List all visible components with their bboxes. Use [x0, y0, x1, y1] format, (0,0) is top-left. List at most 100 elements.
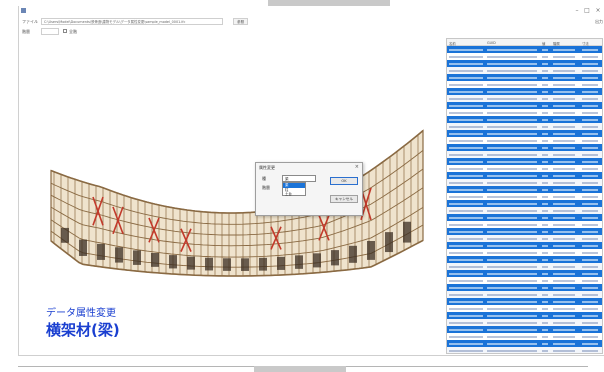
browse-button[interactable]: 参照 [233, 18, 249, 25]
cell-placeholder [449, 125, 483, 128]
table-row[interactable] [447, 67, 602, 74]
table-row[interactable] [447, 235, 602, 242]
table-row[interactable] [447, 95, 602, 102]
table-row[interactable] [447, 179, 602, 186]
table-row[interactable] [447, 186, 602, 193]
table-row[interactable] [447, 305, 602, 312]
cell-placeholder [449, 174, 483, 177]
table-row[interactable] [447, 151, 602, 158]
table-row[interactable] [447, 172, 602, 179]
cell-placeholder [553, 181, 575, 184]
cell-placeholder [449, 104, 483, 107]
type-dropdown[interactable]: 梁 柱 土台 [282, 182, 306, 196]
cell-placeholder [582, 160, 598, 163]
maximize-icon[interactable]: □ [582, 7, 592, 15]
table-row[interactable] [447, 158, 602, 165]
table-row[interactable] [447, 60, 602, 67]
table-row[interactable] [447, 193, 602, 200]
dialog-close-icon[interactable]: × [355, 164, 359, 170]
table-row[interactable] [447, 53, 602, 60]
cell-placeholder [582, 202, 598, 205]
table-row[interactable] [447, 130, 602, 137]
cell-placeholder [582, 307, 598, 310]
table-row[interactable] [447, 88, 602, 95]
floor-checkbox[interactable] [63, 29, 67, 33]
file-path-field[interactable]: C:\Users\Model\Documents\鉄骨造\建物モデル\データ属性… [41, 18, 223, 25]
table-row[interactable] [447, 340, 602, 347]
table-row[interactable] [447, 214, 602, 221]
ok-button[interactable]: OK [330, 177, 358, 185]
column-size[interactable]: 寸法 [582, 41, 589, 46]
table-row[interactable] [447, 200, 602, 207]
table-row[interactable] [447, 74, 602, 81]
cell-placeholder [449, 328, 483, 331]
table-row[interactable] [447, 277, 602, 284]
table-row[interactable] [447, 137, 602, 144]
table-row[interactable] [447, 347, 602, 353]
wall-opening [187, 256, 195, 270]
table-row[interactable] [447, 165, 602, 172]
column-name[interactable]: 名前 [449, 41, 456, 46]
cell-placeholder [449, 265, 483, 268]
file-toolbar: ファイル C:\Users\Model\Documents\鉄骨造\建物モデル\… [19, 18, 604, 26]
cell-placeholder [449, 153, 483, 156]
table-row[interactable] [447, 284, 602, 291]
cell-placeholder [542, 286, 548, 289]
table-row[interactable] [447, 270, 602, 277]
table-row[interactable] [447, 249, 602, 256]
cell-placeholder [553, 132, 575, 135]
cancel-button[interactable]: キャンセル [330, 195, 358, 203]
cell-placeholder [582, 139, 598, 142]
table-row[interactable] [447, 123, 602, 130]
table-row[interactable] [447, 109, 602, 116]
cell-placeholder [542, 146, 548, 149]
table-row[interactable] [447, 319, 602, 326]
table-row[interactable] [447, 333, 602, 340]
table-row[interactable] [447, 116, 602, 123]
cell-placeholder [553, 153, 575, 156]
cell-placeholder [542, 321, 548, 324]
dropdown-option[interactable]: 土台 [283, 192, 305, 197]
table-row[interactable] [447, 144, 602, 151]
output-label[interactable]: 出力 [595, 19, 603, 25]
table-row[interactable] [447, 81, 602, 88]
filter-toolbar: 階層 全階 [19, 28, 604, 36]
table-row[interactable] [447, 102, 602, 109]
table-row[interactable] [447, 46, 602, 53]
cell-placeholder [553, 146, 575, 149]
column-floor[interactable]: 階層 [553, 41, 560, 46]
column-guid[interactable]: GUID [487, 41, 496, 45]
type-select[interactable]: 梁 [282, 175, 316, 182]
cell-placeholder [553, 314, 575, 317]
cell-placeholder [553, 223, 575, 226]
cell-placeholder [487, 139, 537, 142]
table-row[interactable] [447, 228, 602, 235]
table-row[interactable] [447, 298, 602, 305]
minimize-icon[interactable]: – [572, 7, 582, 15]
table-row[interactable] [447, 326, 602, 333]
wall-opening [61, 227, 69, 243]
cell-placeholder [542, 307, 548, 310]
table-row[interactable] [447, 312, 602, 319]
cell-placeholder [449, 216, 483, 219]
table-row[interactable] [447, 221, 602, 228]
table-row[interactable] [447, 256, 602, 263]
floor-select[interactable] [41, 28, 59, 35]
member-list[interactable]: 名前 GUID 値 階層 寸法 [446, 38, 603, 354]
cell-placeholder [542, 167, 548, 170]
column-value[interactable]: 値 [542, 41, 545, 46]
cell-placeholder [582, 174, 598, 177]
table-row[interactable] [447, 263, 602, 270]
cell-placeholder [553, 209, 575, 212]
table-row[interactable] [447, 242, 602, 249]
cell-placeholder [542, 76, 548, 79]
cell-placeholder [553, 188, 575, 191]
table-row[interactable] [447, 207, 602, 214]
cell-placeholder [582, 90, 598, 93]
wall-opening [151, 253, 159, 267]
cell-placeholder [449, 237, 483, 240]
table-row[interactable] [447, 291, 602, 298]
cell-placeholder [553, 300, 575, 303]
close-icon[interactable]: × [593, 7, 603, 15]
cell-placeholder [542, 209, 548, 212]
